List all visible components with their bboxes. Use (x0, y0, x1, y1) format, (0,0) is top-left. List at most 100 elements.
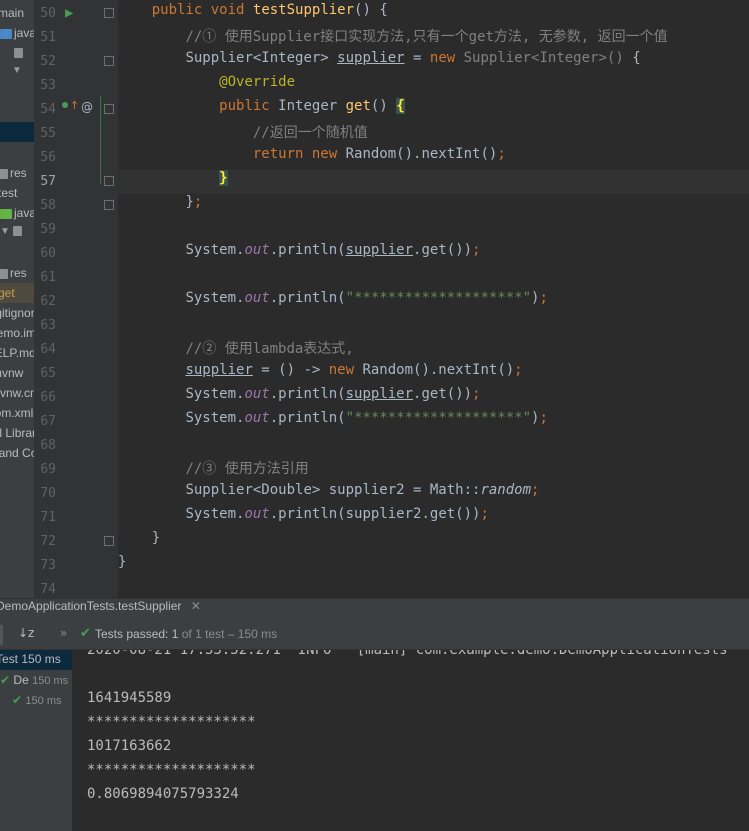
code-line[interactable]: }; (118, 194, 749, 218)
project-item-target[interactable]: get (0, 283, 34, 303)
test-tree-row[interactable]: ✔ 150 ms (12, 693, 61, 707)
project-item-external-libraries[interactable]: External Libraries (0, 423, 34, 443)
line-number: 60 (40, 246, 56, 261)
code-line[interactable]: @Override (118, 74, 749, 98)
project-item-label: java (14, 206, 34, 220)
project-item-package[interactable] (14, 42, 25, 62)
code-line[interactable]: Supplier<Integer> supplier = new Supplie… (118, 50, 749, 74)
line-number: 72 (40, 534, 56, 549)
project-item-resources[interactable]: res (0, 163, 27, 183)
code-line[interactable] (118, 434, 749, 458)
code-token: ; (497, 146, 506, 162)
code-token: new (429, 50, 464, 66)
check-icon: ✔ (80, 626, 91, 641)
code-line[interactable]: public Integer get() { (118, 98, 749, 122)
code-token: ; (472, 386, 481, 402)
code-line[interactable]: Supplier<Double> supplier2 = Math::rando… (118, 482, 749, 506)
more-icon[interactable]: » (60, 626, 67, 640)
code-token: out (244, 506, 270, 522)
project-item-main[interactable]: main (0, 3, 24, 23)
line-number: 56 (40, 150, 56, 165)
override-arrow-icon[interactable]: ↑ (70, 99, 79, 112)
code-editor[interactable]: public void testSupplier() { //① 使用Suppl… (118, 0, 749, 598)
project-item-test-java[interactable]: java (0, 203, 34, 223)
project-item-java[interactable]: java (0, 23, 34, 43)
line-number: 54 (40, 102, 56, 117)
close-icon[interactable]: ✕ (191, 599, 201, 613)
code-line[interactable] (118, 218, 749, 242)
implements-icon[interactable] (62, 102, 68, 108)
code-token: void (210, 2, 253, 18)
code-token: //返回一个随机值 (252, 125, 368, 141)
change-marker (100, 96, 101, 184)
project-item-mvnw-cmd[interactable]: mvnw.cmd (0, 383, 34, 403)
code-token: ; (531, 482, 540, 498)
code-line[interactable]: //返回一个随机值 (118, 122, 749, 146)
project-item-gitignore[interactable]: .gitignore (0, 303, 34, 323)
project-item-test-resources[interactable]: res (0, 263, 27, 283)
test-tree-row[interactable]: Test 150 ms (0, 652, 61, 666)
code-line[interactable] (118, 266, 749, 290)
line-number: 51 (40, 30, 56, 45)
code-line[interactable]: System.out.println("********************… (118, 290, 749, 314)
console-output[interactable]: 2020-08-21 17:53:52.271 INFO [main] com.… (73, 650, 749, 831)
code-token: "********************" (345, 410, 532, 426)
code-line[interactable]: //③ 使用方法引用 (118, 458, 749, 482)
project-item-pom[interactable]: pom.xml (0, 403, 33, 423)
code-token: return (252, 146, 312, 162)
line-number: 57 (40, 174, 56, 189)
fold-icon[interactable] (104, 176, 114, 186)
project-item-mvnw[interactable]: mvnw (0, 363, 23, 383)
code-token: () { (354, 2, 388, 18)
line-number: 71 (40, 510, 56, 525)
code-token: supplier (337, 50, 405, 66)
code-token: .println( (269, 290, 346, 306)
expand-arrow-icon[interactable]: ▼ (0, 222, 24, 242)
project-item-label: java (14, 26, 34, 40)
run-test-icon[interactable]: ▶ (65, 5, 73, 21)
project-item-iml[interactable]: demo.iml (0, 323, 34, 343)
console-line: ******************** (87, 714, 256, 730)
code-line[interactable]: supplier = () -> new Random().nextInt(); (118, 362, 749, 386)
fold-icon[interactable] (104, 8, 114, 18)
fold-icon[interactable] (104, 104, 114, 114)
project-item-selected[interactable] (0, 122, 34, 142)
code-line[interactable]: } (118, 530, 749, 554)
project-item-test[interactable]: test (0, 183, 17, 203)
fold-icon[interactable] (104, 536, 114, 546)
code-line[interactable]: //① 使用Supplier接口实现方法,只有一个get方法, 无参数, 返回一… (118, 26, 749, 50)
code-line[interactable]: System.out.println("********************… (118, 410, 749, 434)
console-line: 1641945589 (87, 690, 172, 706)
console-line: 2020-08-21 17:53:52.271 INFO [main] com.… (87, 650, 728, 658)
code-line[interactable]: System.out.println(supplier.get()); (118, 242, 749, 266)
code-token: testSupplier (252, 2, 355, 18)
code-line[interactable] (118, 578, 749, 598)
test-tree-row[interactable]: ✔ De 150 ms (0, 673, 68, 687)
run-tab[interactable]: DemoApplicationTests.testSupplier ✕ (0, 599, 201, 621)
code-line[interactable]: return new Random().nextInt(); (118, 146, 749, 170)
project-item-scratches[interactable]: Scratches and Consoles (0, 443, 34, 463)
project-item-label: External Libraries (0, 426, 34, 440)
code-line[interactable]: //② 使用lambda表达式, (118, 338, 749, 362)
code-token: Supplier<Integer>() (463, 50, 633, 66)
fold-icon[interactable] (104, 200, 114, 210)
code-token: out (244, 410, 270, 426)
code-line[interactable]: System.out.println(supplier.get()); (118, 386, 749, 410)
code-line[interactable]: public void testSupplier() { (118, 2, 749, 26)
fold-icon[interactable] (104, 56, 114, 66)
project-item-help[interactable]: HELP.md (0, 343, 34, 363)
code-line[interactable] (118, 314, 749, 338)
code-line[interactable]: } (118, 554, 749, 578)
test-name: Test (0, 652, 19, 666)
code-line[interactable]: System.out.println(supplier2.get()); (118, 506, 749, 530)
sort-icon[interactable]: ↓z (18, 626, 34, 640)
code-line[interactable]: } (118, 170, 749, 194)
expand-arrow-icon[interactable]: ▼ (12, 61, 22, 81)
code-token: Supplier<Integer> (185, 50, 338, 66)
